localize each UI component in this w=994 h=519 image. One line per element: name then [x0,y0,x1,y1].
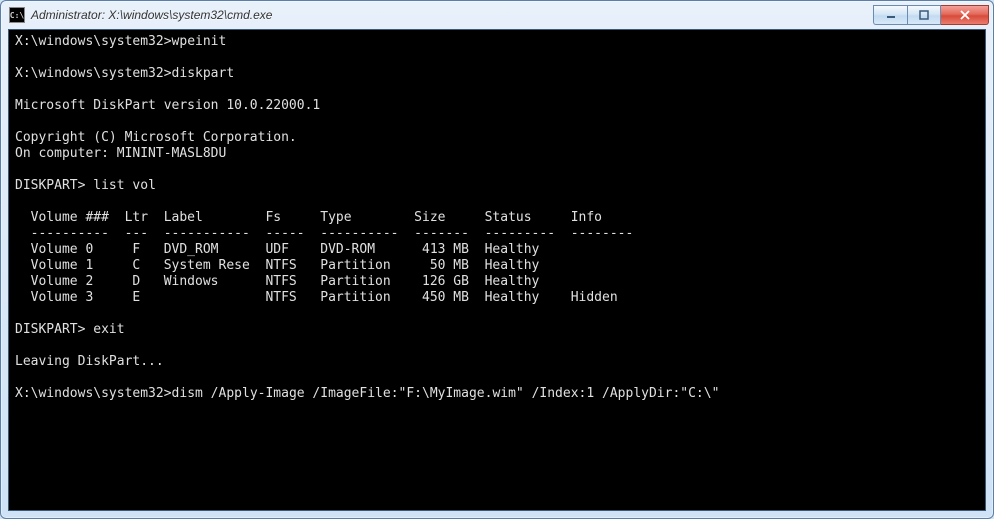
window-title: Administrator: X:\windows\system32\cmd.e… [31,8,867,22]
window-controls [873,5,989,25]
table-divider: ---------- --- ----------- ----- -------… [15,226,633,241]
terminal-output: X:\windows\system32>wpeinit X:\windows\s… [9,30,985,406]
prompt: X:\windows\system32> [15,34,172,49]
prompt: X:\windows\system32> [15,66,172,81]
command: diskpart [172,66,235,81]
cmd-window: C:\ Administrator: X:\windows\system32\c… [0,0,994,519]
titlebar[interactable]: C:\ Administrator: X:\windows\system32\c… [1,1,993,29]
command: dism /Apply-Image /ImageFile:"F:\MyImage… [172,386,720,401]
table-row: Volume 2 D Windows NTFS Partition 126 GB… [15,274,539,289]
table-row: Volume 1 C System Rese NTFS Partition 50… [15,258,539,273]
diskpart-prompt: DISKPART> [15,178,85,193]
close-button[interactable] [941,5,989,25]
command: wpeinit [172,34,227,49]
diskpart-version: Microsoft DiskPart version 10.0.22000.1 [15,98,320,113]
diskpart-leaving: Leaving DiskPart... [15,354,164,369]
prompt: X:\windows\system32> [15,386,172,401]
table-header: Volume ### Ltr Label Fs Type Size Status… [15,210,602,225]
terminal-area[interactable]: X:\windows\system32>wpeinit X:\windows\s… [8,29,986,511]
cmd-icon: C:\ [9,7,25,23]
minimize-button[interactable] [873,5,907,25]
table-row: Volume 0 F DVD_ROM UDF DVD-ROM 413 MB He… [15,242,539,257]
command: exit [93,322,124,337]
maximize-button[interactable] [907,5,941,25]
diskpart-prompt: DISKPART> [15,322,85,337]
table-row: Volume 3 E NTFS Partition 450 MB Healthy… [15,290,618,305]
diskpart-copyright: Copyright (C) Microsoft Corporation. [15,130,297,145]
diskpart-computer: On computer: MININT-MASL8DU [15,146,226,161]
command: list vol [93,178,156,193]
